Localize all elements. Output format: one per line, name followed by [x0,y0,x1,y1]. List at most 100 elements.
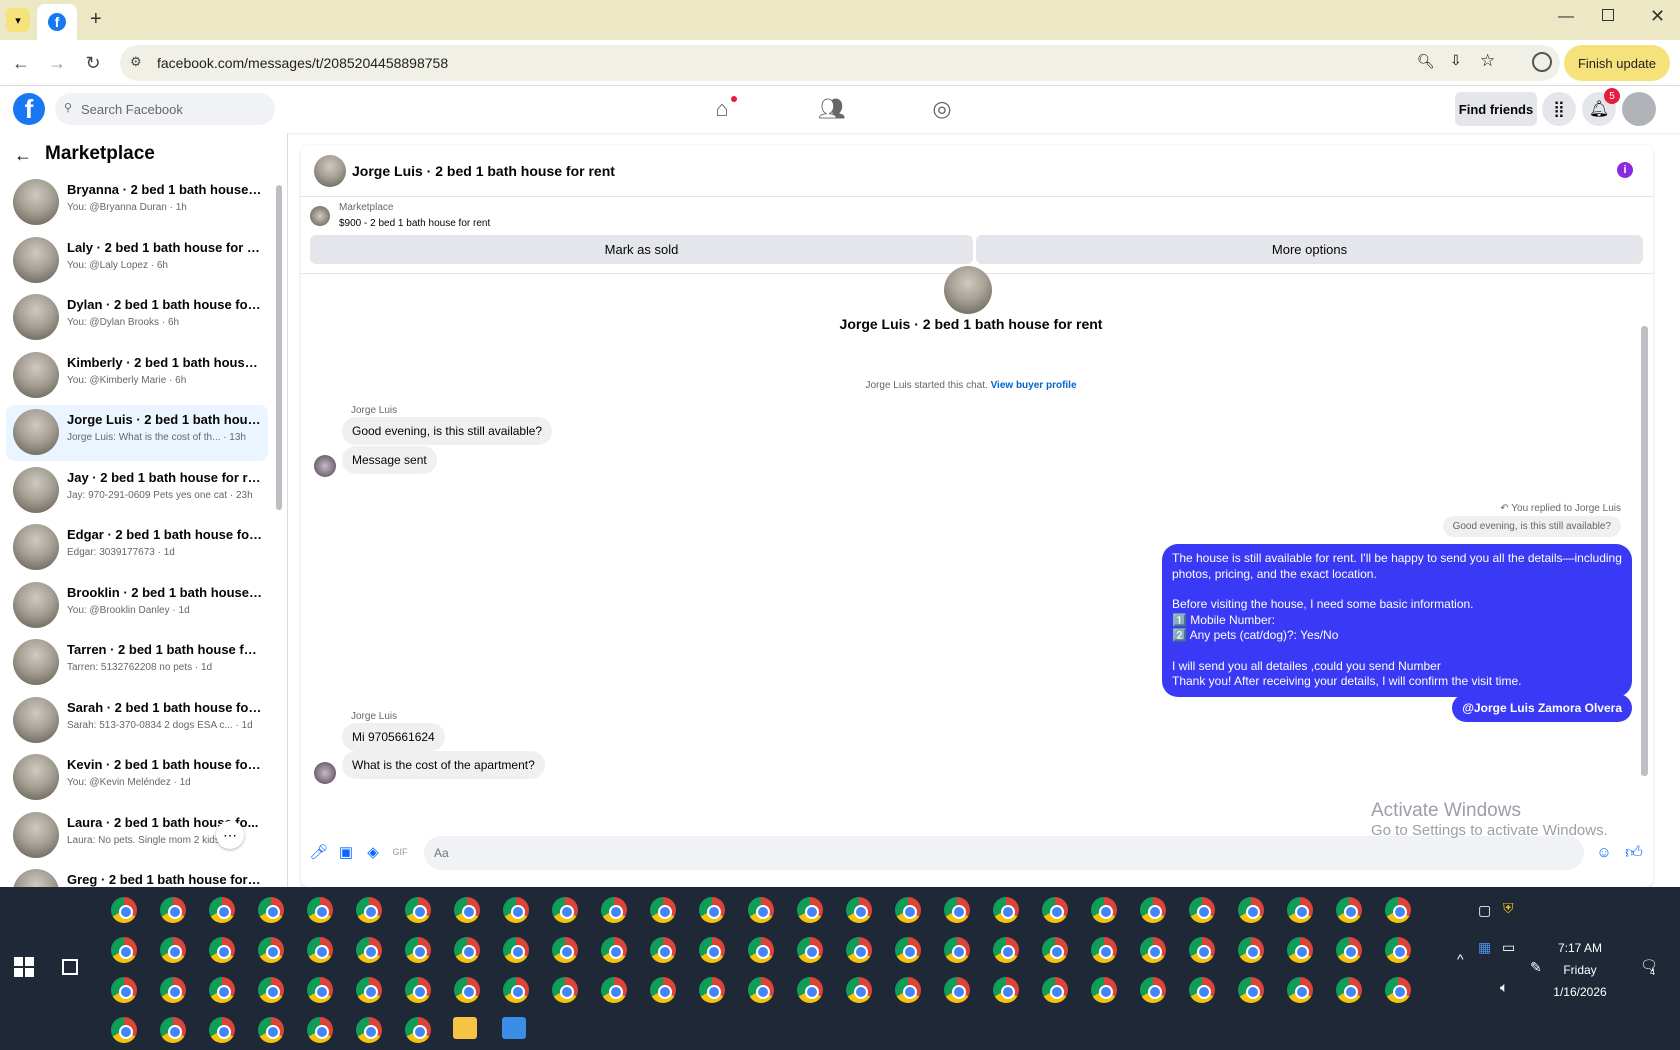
incoming-message[interactable]: Mi 9705661624 [342,723,445,751]
menu-grid-icon[interactable]: ⣿ [1542,92,1576,126]
chrome-taskbar-icon[interactable] [601,977,627,1003]
chrome-taskbar-icon[interactable] [993,937,1019,963]
notifications-bell-icon[interactable]: 🔔︎ 5 [1582,88,1620,126]
chrome-taskbar-icon[interactable] [160,937,186,963]
chrome-taskbar-icon[interactable] [405,1017,431,1043]
account-avatar[interactable] [1622,92,1656,126]
chrome-taskbar-icon[interactable] [356,977,382,1003]
chrome-taskbar-icon[interactable] [993,977,1019,1003]
close-window-button[interactable]: ✕ [1650,6,1665,27]
chrome-taskbar-icon[interactable] [454,937,480,963]
chrome-taskbar-icon[interactable] [1189,937,1215,963]
incoming-message[interactable]: What is the cost of the apartment? [342,751,545,779]
reload-icon[interactable]: ↻ [80,50,106,76]
chrome-taskbar-icon[interactable] [1287,937,1313,963]
groups-icon[interactable]: ◎ [929,96,955,122]
reply-quote[interactable]: Good evening, is this still available? [1442,516,1621,537]
chrome-taskbar-icon[interactable] [1140,937,1166,963]
chrome-taskbar-icon[interactable] [405,977,431,1003]
chrome-taskbar-icon[interactable] [552,977,578,1003]
chrome-taskbar-icon[interactable] [797,897,823,923]
conversation-item[interactable]: Laly · 2 bed 1 bath house for rent You: @… [6,233,268,289]
conversation-more-icon[interactable]: ⋯ [216,821,244,849]
sidebar-scrollbar[interactable] [276,185,282,510]
taskbar-clock[interactable]: 7:17 AM Friday 1/16/2026 [1540,937,1620,1003]
chrome-taskbar-icon[interactable] [1385,937,1411,963]
home-icon[interactable]: ⌂ [709,96,737,122]
volume-icon[interactable]: 🔈︎ [1500,979,1508,996]
chrome-taskbar-icon[interactable] [1140,977,1166,1003]
new-tab-button[interactable]: + [90,8,102,31]
mark-as-sold-button[interactable]: Mark as sold [310,235,973,264]
facebook-logo-icon[interactable]: f [13,93,45,125]
outgoing-message[interactable]: The house is still available for rent. I… [1162,544,1632,697]
chrome-taskbar-icon[interactable] [258,937,284,963]
conversation-item[interactable]: Brooklin · 2 bed 1 bath house fo... You: … [6,578,268,634]
chrome-taskbar-icon[interactable] [895,897,921,923]
microphone-icon[interactable]: 🎤︎ [309,843,328,861]
chrome-taskbar-icon[interactable] [552,937,578,963]
meet-now-icon[interactable]: ▢ [1478,902,1491,919]
chrome-taskbar-icon[interactable] [993,897,1019,923]
finish-update-button[interactable]: Finish update [1564,45,1670,81]
chrome-taskbar-icon[interactable] [1189,897,1215,923]
chrome-taskbar-icon[interactable] [1042,937,1068,963]
forward-icon[interactable]: → [44,50,70,76]
chrome-taskbar-icon[interactable] [454,977,480,1003]
conversation-item[interactable]: Kimberly · 2 bed 1 bath house f... You: @… [6,348,268,404]
conversation-item[interactable]: Bryanna · 2 bed 1 bath house fo... You: @… [6,175,268,231]
chrome-taskbar-icon[interactable] [895,977,921,1003]
conversation-item[interactable]: Tarren · 2 bed 1 bath house for r... Tarr… [6,635,268,691]
photo-icon[interactable]: ▣ [337,843,355,861]
chrome-taskbar-icon[interactable] [650,937,676,963]
chrome-taskbar-icon[interactable] [111,937,137,963]
chrome-taskbar-icon[interactable] [356,1017,382,1043]
chrome-taskbar-icon[interactable] [748,977,774,1003]
chrome-taskbar-icon[interactable] [650,897,676,923]
chrome-taskbar-icon[interactable] [650,977,676,1003]
info-icon[interactable]: i [1617,162,1633,178]
restore-button[interactable] [1602,9,1614,21]
chrome-taskbar-icon[interactable] [1287,897,1313,923]
chrome-taskbar-icon[interactable] [1140,897,1166,923]
chrome-taskbar-icon[interactable] [209,1017,235,1043]
conversation-item[interactable]: Jorge Luis · 2 bed 1 bath house ... Jorge… [6,405,268,461]
photos-icon[interactable] [502,1017,526,1039]
chrome-taskbar-icon[interactable] [1238,897,1264,923]
chrome-taskbar-icon[interactable] [797,937,823,963]
site-info-icon[interactable]: ⚙ [130,54,142,70]
chrome-taskbar-icon[interactable] [111,897,137,923]
tab-facebook[interactable]: f [37,4,77,40]
chrome-taskbar-icon[interactable] [601,897,627,923]
chrome-taskbar-icon[interactable] [356,937,382,963]
chrome-taskbar-icon[interactable] [748,937,774,963]
chrome-taskbar-icon[interactable] [160,977,186,1003]
chrome-taskbar-icon[interactable] [356,897,382,923]
chrome-taskbar-icon[interactable] [699,937,725,963]
message-input[interactable] [424,836,1584,870]
chrome-taskbar-icon[interactable] [1189,977,1215,1003]
chrome-taskbar-icon[interactable] [944,937,970,963]
chrome-taskbar-icon[interactable] [405,937,431,963]
chrome-taskbar-icon[interactable] [1042,897,1068,923]
chrome-taskbar-icon[interactable] [797,977,823,1003]
chrome-taskbar-icon[interactable] [111,1017,137,1043]
chrome-taskbar-icon[interactable] [846,897,872,923]
sender-avatar[interactable] [314,455,336,477]
chrome-taskbar-icon[interactable] [699,977,725,1003]
chrome-taskbar-icon[interactable] [1238,977,1264,1003]
like-thumb-icon[interactable]: 👍︎ [1625,843,1643,862]
chrome-taskbar-icon[interactable] [944,977,970,1003]
chrome-taskbar-icon[interactable] [601,937,627,963]
chrome-taskbar-icon[interactable] [1336,977,1362,1003]
chrome-taskbar-icon[interactable] [503,897,529,923]
chrome-taskbar-icon[interactable] [1091,937,1117,963]
chrome-taskbar-icon[interactable] [1091,977,1117,1003]
gif-icon[interactable]: GIF [391,843,409,861]
incoming-message[interactable]: Message sent [342,446,437,474]
chrome-taskbar-icon[interactable] [160,1017,186,1043]
chrome-taskbar-icon[interactable] [307,937,333,963]
chrome-taskbar-icon[interactable] [1385,897,1411,923]
profile-icon[interactable] [1532,52,1552,72]
chrome-taskbar-icon[interactable] [307,977,333,1003]
